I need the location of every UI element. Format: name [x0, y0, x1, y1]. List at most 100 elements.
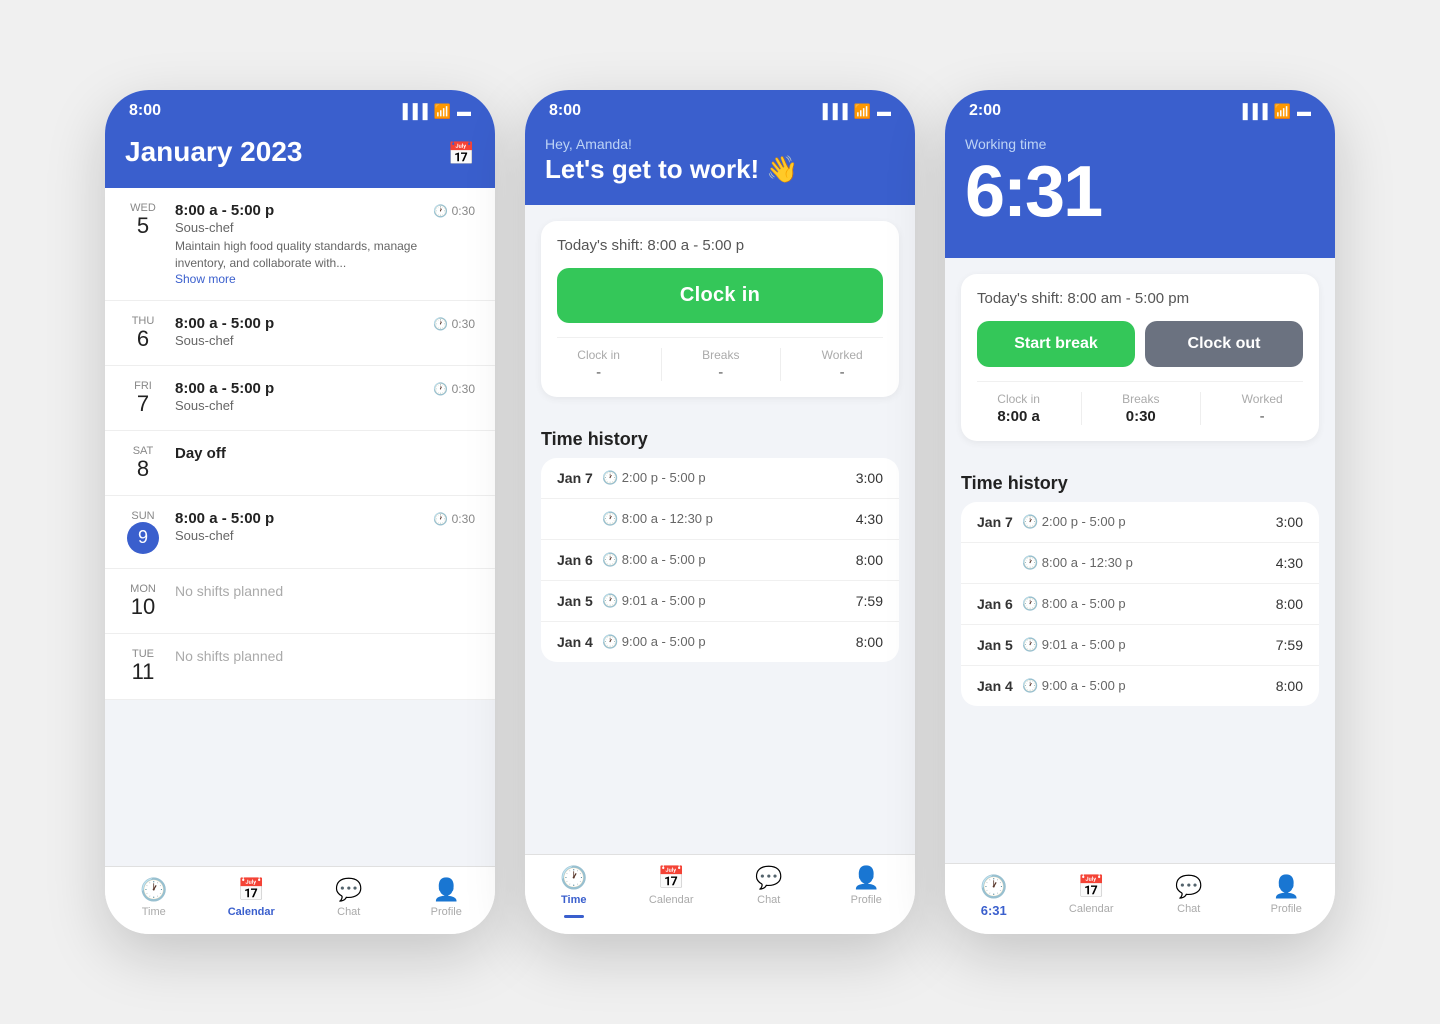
day-name: THU	[125, 315, 161, 327]
history-time: 🕐 2:00 p - 5:00 p	[1022, 514, 1276, 530]
history-row[interactable]: Jan 5 🕐 9:01 a - 5:00 p 7:59	[541, 581, 899, 622]
nav-label-calendar-3: Calendar	[1069, 903, 1114, 915]
history-title-3: Time history	[945, 457, 1335, 502]
stat-label-breaks-2: Breaks	[702, 348, 739, 362]
working-scroll[interactable]: Today's shift: 8:00 am - 5:00 pm Start b…	[945, 258, 1335, 863]
calendar-item[interactable]: TUE 11 No shifts planned	[105, 634, 495, 699]
nav-profile-1[interactable]: 👤 Profile	[416, 877, 476, 918]
nav-label-profile-1: Profile	[431, 906, 462, 918]
nav-profile-2[interactable]: 👤 Profile	[836, 865, 896, 918]
calendar-item[interactable]: SUN 9 8:00 a - 5:00 p Sous-chef 🕐 0:30	[105, 496, 495, 569]
stat-breaks-3: Breaks 0:30	[1122, 392, 1159, 425]
shift-info: 8:00 a - 5:00 p Sous-chef	[175, 510, 419, 543]
history-time: 🕐 9:00 a - 5:00 p	[1022, 678, 1276, 694]
stat-val-worked-3: -	[1242, 408, 1283, 425]
big-timer: 6:31	[965, 156, 1315, 228]
day-name: SUN	[125, 510, 161, 522]
history-date: Jan 4	[977, 678, 1022, 694]
nav-time-3[interactable]: 🕐 6:31	[964, 874, 1024, 918]
no-shift-info: No shifts planned	[175, 648, 475, 664]
history-time: 🕐 9:01 a - 5:00 p	[1022, 637, 1276, 653]
profile-icon-1: 👤	[433, 877, 460, 903]
history-row[interactable]: 🕐 8:00 a - 12:30 p 4:30	[541, 499, 899, 540]
show-more-link[interactable]: Show more	[175, 272, 419, 286]
nav-time-1[interactable]: 🕐 Time	[124, 877, 184, 918]
phone-working: 2:00 ▐▐▐ 📶 ▬ Working time 6:31 Today's s…	[945, 90, 1335, 934]
clock-stats-3: Clock in 8:00 a Breaks 0:30 Worked -	[977, 381, 1303, 425]
calendar-scroll[interactable]: WED 5 8:00 a - 5:00 p Sous-chef Maintain…	[105, 188, 495, 866]
nav-chat-1[interactable]: 💬 Chat	[319, 877, 379, 918]
status-icons-2: ▐▐▐ 📶 ▬	[818, 103, 891, 120]
history-row[interactable]: Jan 4 🕐 9:00 a - 5:00 p 8:00	[961, 666, 1319, 706]
status-icons-3: ▐▐▐ 📶 ▬	[1238, 103, 1311, 120]
battery-icon-3: ▬	[1297, 103, 1311, 119]
clock-in-button[interactable]: Clock in	[557, 268, 883, 323]
calendar-item[interactable]: MON 10 No shifts planned	[105, 569, 495, 634]
nav-time-2[interactable]: 🕐 Time	[544, 865, 604, 918]
history-row[interactable]: Jan 5 🕐 9:01 a - 5:00 p 7:59	[961, 625, 1319, 666]
nav-label-calendar-1: Calendar	[228, 906, 275, 918]
history-duration: 3:00	[856, 470, 883, 486]
nav-profile-3[interactable]: 👤 Profile	[1256, 874, 1316, 918]
nav-chat-2[interactable]: 💬 Chat	[739, 865, 799, 918]
greeting-big: Let's get to work! 👋	[545, 154, 895, 185]
shift-right: 🕐 0:30	[433, 315, 475, 331]
stat-label-clockin-3: Clock in	[997, 392, 1040, 406]
nav-calendar-1[interactable]: 📅 Calendar	[221, 877, 281, 918]
shift-info: 8:00 a - 5:00 p Sous-chef	[175, 315, 419, 348]
day-number: 7	[125, 392, 161, 416]
shift-today-3: Today's shift: 8:00 am - 5:00 pm	[977, 290, 1303, 307]
day-number: 8	[125, 457, 161, 481]
wifi-icon: 📶	[434, 103, 451, 120]
history-duration: 4:30	[1276, 555, 1303, 571]
time-icon-3: 🕐	[980, 874, 1007, 900]
calendar-icon[interactable]: 📅	[448, 141, 475, 167]
calendar-item[interactable]: THU 6 8:00 a - 5:00 p Sous-chef 🕐 0:30	[105, 301, 495, 366]
nav-label-profile-2: Profile	[851, 894, 882, 906]
history-row[interactable]: Jan 6 🕐 8:00 a - 5:00 p 8:00	[961, 584, 1319, 625]
nav-calendar-3[interactable]: 📅 Calendar	[1061, 874, 1121, 918]
history-row[interactable]: Jan 6 🕐 8:00 a - 5:00 p 8:00	[541, 540, 899, 581]
history-duration: 8:00	[856, 634, 883, 650]
calendar-item[interactable]: FRI 7 8:00 a - 5:00 p Sous-chef 🕐 0:30	[105, 366, 495, 431]
nav-label-chat-2: Chat	[757, 894, 780, 906]
history-row[interactable]: Jan 4 🕐 9:00 a - 5:00 p 8:00	[541, 622, 899, 662]
stat-clockin-3: Clock in 8:00 a	[997, 392, 1040, 425]
day-number: 6	[125, 327, 161, 351]
stat-val-breaks-2: -	[702, 364, 739, 381]
calendar-item[interactable]: SAT 8 Day off	[105, 431, 495, 496]
history-time: 🕐 2:00 p - 5:00 p	[602, 470, 856, 486]
nav-label-time-3: 6:31	[981, 903, 1007, 918]
signal-icon: ▐▐▐	[398, 103, 428, 119]
clock-out-button[interactable]: Clock out	[1145, 321, 1303, 367]
nav-chat-3[interactable]: 💬 Chat	[1159, 874, 1219, 918]
no-shift-info: No shifts planned	[175, 583, 475, 599]
shift-right: 🕐 0:30	[433, 510, 475, 526]
stat-breaks-2: Breaks -	[702, 348, 739, 381]
bottom-nav-2: 🕐 Time 📅 Calendar 💬 Chat 👤 Profile	[525, 854, 915, 934]
day-label: TUE 11	[125, 648, 161, 684]
calendar-list: WED 5 8:00 a - 5:00 p Sous-chef Maintain…	[105, 188, 495, 700]
status-bar-1: 8:00 ▐▐▐ 📶 ▬	[105, 90, 495, 128]
stat-label-worked-3: Worked	[1242, 392, 1283, 406]
calendar-item[interactable]: WED 5 8:00 a - 5:00 p Sous-chef Maintain…	[105, 188, 495, 301]
history-row[interactable]: 🕐 8:00 a - 12:30 p 4:30	[961, 543, 1319, 584]
start-break-button[interactable]: Start break	[977, 321, 1135, 367]
clockin-scroll[interactable]: Today's shift: 8:00 a - 5:00 p Clock in …	[525, 205, 915, 854]
history-duration: 7:59	[856, 593, 883, 609]
history-row[interactable]: Jan 7 🕐 2:00 p - 5:00 p 3:00	[961, 502, 1319, 543]
history-date: Jan 6	[557, 552, 602, 568]
stat-val-worked-2: -	[822, 364, 863, 381]
day-off-info: Day off	[175, 445, 475, 462]
clock-stats-2: Clock in - Breaks - Worked -	[557, 337, 883, 381]
phone-calendar: 8:00 ▐▐▐ 📶 ▬ January 2023 📅 WED 5 8:00 a…	[105, 90, 495, 934]
calendar-month-title: January 2023	[125, 136, 302, 168]
stat-val-breaks-3: 0:30	[1122, 408, 1159, 425]
chat-icon-3: 💬	[1175, 874, 1202, 900]
day-label: SUN 9	[125, 510, 161, 554]
shift-right: 🕐 0:30	[433, 380, 475, 396]
history-time: 🕐 9:01 a - 5:00 p	[602, 593, 856, 609]
history-time: 🕐 8:00 a - 12:30 p	[602, 511, 856, 527]
history-row[interactable]: Jan 7 🕐 2:00 p - 5:00 p 3:00	[541, 458, 899, 499]
nav-calendar-2[interactable]: 📅 Calendar	[641, 865, 701, 918]
